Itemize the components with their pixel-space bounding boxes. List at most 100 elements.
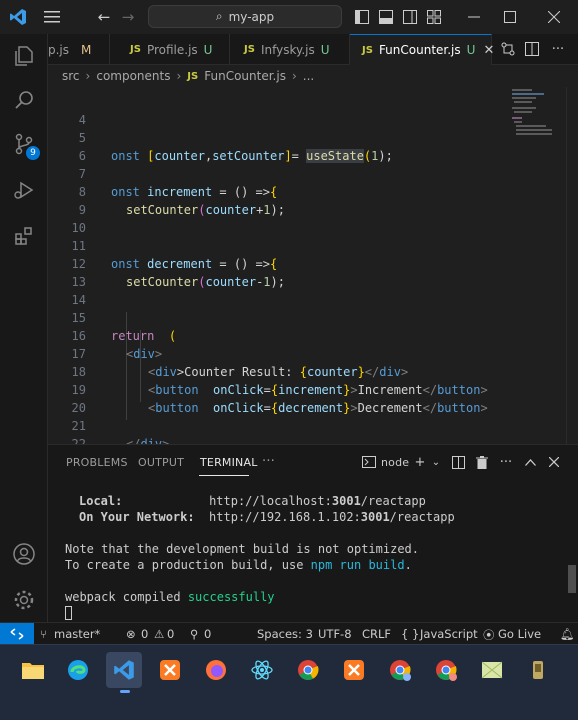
windows-taskbar	[0, 644, 578, 720]
terminal-output[interactable]: Local: http://localhost:3001/reactapp On…	[48, 479, 568, 623]
back-arrow-icon[interactable]: ←	[94, 7, 114, 27]
tab-output[interactable]: OUTPUT	[138, 456, 184, 469]
ports-count[interactable]: 0	[204, 627, 211, 641]
panel-more-actions-icon[interactable]: ···	[498, 454, 514, 470]
go-live-button[interactable]: Go Live	[498, 627, 541, 641]
terminal-shell-icon	[361, 454, 377, 470]
code-line: 18 <button onClick={increment}>Increment…	[48, 345, 508, 397]
search-icon: ⌕	[215, 9, 223, 23]
terminal-scrollbar[interactable]	[568, 565, 576, 593]
firefox-icon[interactable]	[198, 652, 234, 688]
tab-label: Profile.js	[146, 42, 198, 57]
new-terminal-plus-icon[interactable]: +	[412, 454, 428, 470]
code-line: 8 setCounter(counter+1);	[48, 165, 508, 217]
manage-gear-icon[interactable]	[0, 580, 48, 620]
tab-app-js[interactable]: p.js M	[48, 34, 110, 65]
hamburger-menu-icon[interactable]	[42, 7, 62, 27]
status-bar: ⑂ master* ⊗ 0 ⚠ 0 ⚲ 0 Spaces: 3 UTF-8 CR…	[0, 622, 578, 645]
file-explorer-icon[interactable]	[15, 652, 51, 688]
code-line: 20	[48, 381, 508, 415]
code-line: 14	[48, 273, 508, 307]
code-line: 15 return (	[48, 291, 508, 343]
code-line: 23	[48, 435, 508, 444]
tab-status: U	[320, 42, 330, 57]
chrome-icon[interactable]	[290, 652, 326, 688]
vscode-icon[interactable]	[106, 652, 142, 688]
toggle-sidebar-icon[interactable]	[352, 7, 372, 27]
terminal-shell-label[interactable]: node	[381, 456, 409, 469]
indentation[interactable]: Spaces: 3	[257, 627, 313, 641]
git-branch[interactable]: master*	[54, 627, 100, 641]
tab-terminal[interactable]: TERMINAL	[200, 456, 258, 469]
language-mode[interactable]: JavaScript	[420, 627, 478, 641]
account-icon[interactable]	[0, 534, 48, 574]
maximize-panel-icon[interactable]	[522, 454, 538, 470]
notifications-bell-icon[interactable]: 🔔︎	[560, 627, 575, 641]
xampp-icon[interactable]	[152, 652, 188, 688]
warning-icon: ⚠	[154, 627, 165, 641]
chrome-profile-icon[interactable]	[382, 652, 418, 688]
tab-funcounter-js[interactable]: JS FunCounter.js U ✕	[350, 34, 494, 65]
forward-arrow-icon[interactable]: →	[118, 7, 138, 27]
bottom-panel: PROBLEMS OUTPUT TERMINAL ··· node + ⌄ ··…	[48, 444, 578, 622]
explorer-icon[interactable]	[0, 36, 48, 76]
encoding[interactable]: UTF-8	[318, 627, 352, 641]
code-line: 9	[48, 183, 508, 217]
chrome-profile-icon[interactable]	[428, 652, 464, 688]
xampp-icon[interactable]	[336, 652, 372, 688]
trash-icon[interactable]	[474, 454, 490, 470]
breadcrumb-src[interactable]: src	[62, 69, 80, 83]
tab-infysky-js[interactable]: JS Infysky.js U	[230, 34, 350, 65]
minimize-icon[interactable]	[464, 7, 484, 27]
search-icon[interactable]	[0, 80, 48, 120]
close-icon[interactable]	[544, 7, 564, 27]
more-actions-icon[interactable]: ···	[550, 41, 566, 57]
terminal-line-note: Note that the development build is not o…	[65, 542, 420, 556]
split-editor-icon[interactable]	[524, 41, 540, 57]
js-file-icon: JS	[130, 44, 141, 55]
terminal-line-compiled: webpack compiled successfully	[65, 590, 275, 604]
maximize-icon[interactable]	[500, 7, 520, 27]
split-terminal-icon[interactable]	[450, 454, 466, 470]
toggle-secondary-sidebar-icon[interactable]	[400, 7, 420, 27]
warning-count[interactable]: 0	[167, 627, 174, 641]
breadcrumb-file[interactable]: FunCounter.js	[204, 69, 286, 83]
code-line: 11 onst decrement = () =>{	[48, 219, 508, 271]
remote-indicator-icon[interactable]	[0, 623, 34, 645]
error-count[interactable]: 0	[141, 627, 148, 641]
code-line: 21 </div>	[48, 399, 508, 444]
run-debug-icon[interactable]	[0, 170, 48, 210]
editor-scrollbar[interactable]	[566, 87, 578, 444]
tab-close-icon[interactable]: ✕	[483, 43, 494, 58]
minimap[interactable]	[510, 87, 566, 147]
line-ending[interactable]: CRLF	[362, 627, 391, 641]
tab-profile-js[interactable]: JS Profile.js U	[116, 34, 230, 65]
react-atom-icon[interactable]	[244, 652, 280, 688]
terminal-line-network: On Your Network: http://192.168.1.102:30…	[79, 510, 455, 524]
code-line: 19 <button onClick={decrement}>Decrement…	[48, 363, 508, 415]
code-editor[interactable]: 4 5 onst [counter,setCounter]= useState(…	[48, 87, 578, 444]
code-line: 13	[48, 255, 508, 289]
panel-more-icon[interactable]: ···	[262, 454, 275, 469]
notes-app-icon[interactable]	[474, 652, 510, 688]
tab-problems[interactable]: PROBLEMS	[66, 456, 128, 469]
compare-changes-icon[interactable]	[500, 41, 516, 57]
close-panel-icon[interactable]	[546, 454, 562, 470]
chevron-right-icon: ›	[291, 69, 297, 83]
extensions-icon[interactable]	[0, 216, 48, 256]
source-control-icon[interactable]: 9	[0, 124, 48, 164]
code-line: 16 <div>	[48, 309, 508, 361]
tray-app-icon[interactable]	[520, 652, 556, 688]
code-line: 5 onst [counter,setCounter]= useState(1)…	[48, 111, 508, 163]
terminal-dropdown-icon[interactable]: ⌄	[428, 454, 444, 470]
breadcrumb-components[interactable]: components	[96, 69, 170, 83]
js-file-icon: JS	[187, 70, 199, 82]
js-file-icon: JS	[244, 44, 255, 55]
js-file-icon: JS	[362, 44, 373, 56]
breadcrumb-symbol[interactable]: ...	[303, 69, 314, 83]
terminal-cursor	[65, 606, 72, 620]
customize-layout-icon[interactable]	[424, 7, 444, 27]
toggle-panel-icon[interactable]	[376, 7, 396, 27]
command-center-search[interactable]: ⌕ my-app	[148, 5, 342, 28]
edge-browser-icon[interactable]	[60, 652, 96, 688]
